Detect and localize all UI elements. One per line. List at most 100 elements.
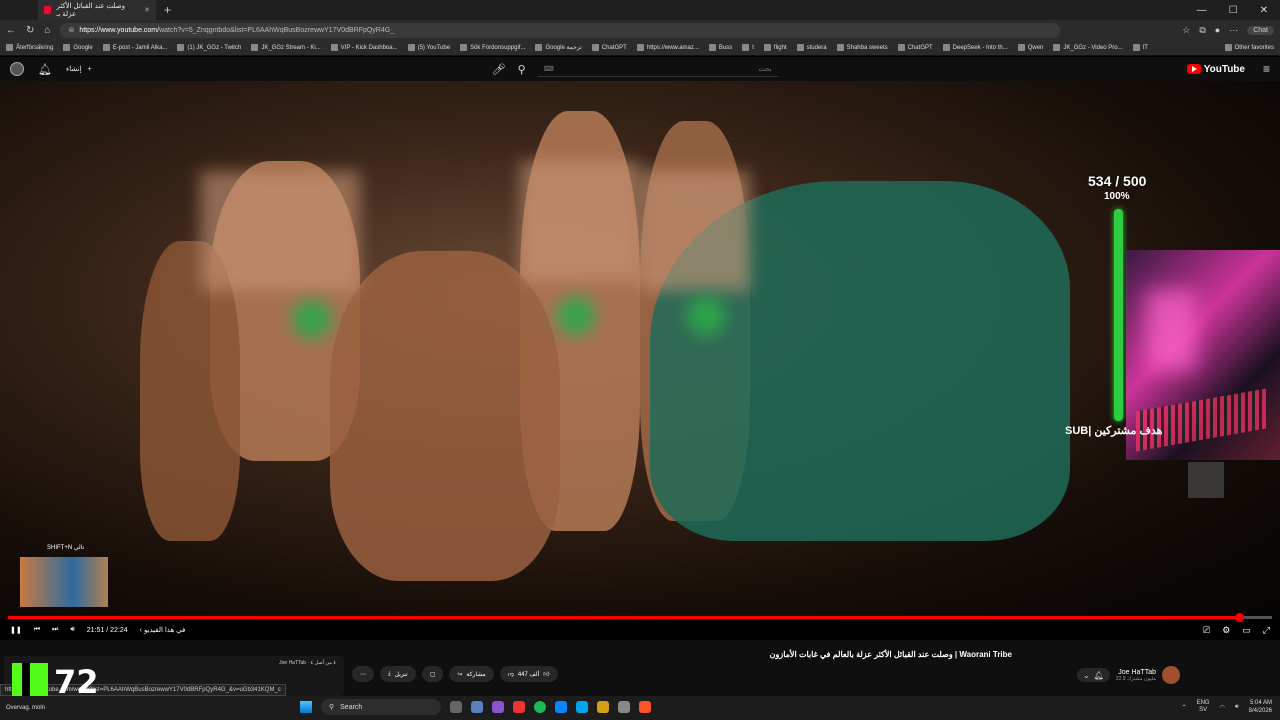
search-icon[interactable]: ⚲ (518, 63, 526, 76)
more-actions-button[interactable]: ⋯ (352, 666, 374, 682)
app-icon[interactable] (513, 701, 525, 713)
bookmark-item[interactable]: Återförsäkring (6, 44, 53, 51)
chat-button[interactable]: Chat (1247, 25, 1274, 35)
home-icon[interactable]: ⌂ (44, 25, 50, 36)
bookmark-item[interactable]: ChatGPT (897, 44, 933, 51)
bookmark-item[interactable]: t (742, 44, 754, 51)
censor-blur (520, 161, 640, 281)
subtitles-icon[interactable]: ⎚ (1203, 625, 1210, 636)
app-icon[interactable] (471, 701, 483, 713)
video-progress-bar[interactable] (8, 613, 1272, 622)
edge-icon[interactable] (576, 701, 588, 713)
extensions-icon[interactable]: ⧉ (1199, 25, 1205, 36)
pause-icon[interactable]: ❚❚ (10, 626, 22, 634)
fullscreen-icon[interactable]: ⤢ (1263, 625, 1270, 636)
bookmark-item[interactable]: flight (763, 44, 787, 51)
bookmark-item[interactable]: (5) YouTube (407, 44, 450, 51)
chapter-link[interactable]: ‹ في هذا الفيديو (140, 626, 186, 634)
browser-tab-active[interactable]: وصلت عند القبائل الأكثر عزلة بـ ✕ (38, 0, 156, 20)
profile-icon[interactable]: ● (1215, 25, 1220, 35)
next-icon[interactable]: ⏭ (52, 626, 58, 634)
next-video-thumbnail[interactable] (20, 557, 108, 607)
channel-avatar[interactable] (1162, 666, 1180, 684)
bookmark-item[interactable]: IT (1132, 44, 1148, 51)
share-button[interactable]: ↪ مشاركة (449, 666, 494, 682)
bookmark-item[interactable]: Google ترجمة (535, 44, 582, 51)
new-tab-icon[interactable]: + (164, 3, 171, 17)
dislike-icon: 👎︎ (507, 672, 514, 678)
bookmark-favicon-icon (942, 44, 950, 51)
keyboard-icon[interactable]: ⌨ (544, 65, 554, 73)
other-favorites[interactable]: Other favorites (1224, 44, 1274, 51)
bookmark-item[interactable]: (1) JK_GGz - Twitch (177, 44, 241, 51)
person-figure (330, 251, 560, 581)
download-icon: ⤓ (388, 670, 391, 677)
language-indicator[interactable]: ENG SV (1197, 700, 1210, 714)
bookmark-item[interactable]: Shahba sweets (836, 44, 888, 51)
bookmark-item[interactable]: ChatGPT (591, 44, 627, 51)
more-options-icon[interactable]: ⋯ (1229, 25, 1238, 36)
weather-widget[interactable]: Overvag. moln (6, 705, 45, 712)
bookmark-item[interactable]: JK_GGz Stream - Ki... (251, 44, 321, 51)
windows-taskbar: Overvag. moln ⚲ Search ⌃ ENG SV ◠ 🔊︎ 5:04 … (0, 696, 1280, 720)
bookmark-item[interactable]: Google (63, 44, 93, 51)
censor-blur (200, 171, 360, 291)
task-view-icon[interactable] (450, 701, 462, 713)
bookmark-item[interactable]: Qwen (1017, 44, 1043, 51)
youtube-logo[interactable]: YouTube (1186, 64, 1245, 75)
subscribed-button[interactable]: ⌄ 🔔︎ (1077, 668, 1110, 682)
brave-icon[interactable] (639, 701, 651, 713)
app-icon[interactable] (555, 701, 567, 713)
clock[interactable]: 5:04 AM 8/4/2026 (1249, 699, 1272, 715)
url-field[interactable]: ⊜ https://www.youtube.com/watch?v=5_Znqg… (60, 22, 1061, 38)
hamburger-menu-icon[interactable]: ≡ (1263, 62, 1270, 76)
previous-icon[interactable]: ⏮ (34, 626, 40, 634)
app-icon[interactable] (492, 701, 504, 713)
file-explorer-icon[interactable] (597, 701, 609, 713)
tray-chevron-icon[interactable]: ⌃ (1182, 704, 1187, 711)
theater-mode-icon[interactable]: ▭ (1242, 625, 1251, 636)
download-button[interactable]: ⤓ تنزيل (380, 666, 416, 682)
bookmark-item[interactable]: JK_GGz - Video Pro... (1053, 44, 1123, 51)
goal-count: 534 / 500 (1088, 173, 1147, 189)
bookmark-favicon-icon (102, 44, 110, 51)
windows-start-icon[interactable] (300, 701, 312, 713)
refresh-icon[interactable]: ↻ (26, 25, 34, 36)
bookmark-favicon-icon (251, 44, 259, 51)
wifi-icon[interactable]: ◠ (1220, 704, 1225, 711)
spotify-icon[interactable] (534, 701, 546, 713)
bookmark-item[interactable]: VIP - Kick Dashboa... (330, 44, 398, 51)
notifications-bell-icon[interactable]: 🔔︎ (38, 63, 52, 76)
taskbar-search[interactable]: ⚲ Search (321, 699, 441, 715)
minimize-icon[interactable]: — (1197, 5, 1207, 16)
bookmark-favicon-icon (763, 44, 771, 51)
bookmark-item[interactable]: DeepSeek - Into th... (942, 44, 1008, 51)
goal-label: SUB| هدف مشتركين (1065, 425, 1163, 437)
settings-gear-icon[interactable]: ⚙ (1222, 625, 1230, 636)
like-dislike-button[interactable]: 👎︎ 447 ألف 👍︎ (499, 666, 558, 682)
bookmark-favicon-icon (6, 44, 13, 51)
close-tab-icon[interactable]: ✕ (144, 6, 150, 14)
back-icon[interactable]: ← (6, 25, 16, 36)
account-avatar[interactable] (10, 62, 24, 76)
bookmark-item[interactable]: studera (796, 44, 827, 51)
bookmark-favicon-icon (535, 44, 543, 51)
bookmark-item[interactable]: https://www.amaz... (636, 44, 699, 51)
playlist-position: ٤ من أصل ٤ (310, 660, 336, 666)
favorite-star-icon[interactable]: ☆ (1182, 25, 1190, 36)
close-window-icon[interactable]: ✕ (1260, 5, 1268, 16)
create-button[interactable]: إنشاء + (66, 65, 92, 74)
site-info-icon[interactable]: ⊜ (68, 26, 74, 34)
bookmark-item[interactable]: Sök Fordonsuppgif... (460, 44, 525, 51)
speaker-icon[interactable]: 🔊︎ (1235, 704, 1239, 711)
channel-name[interactable]: Joe HaTTab (1116, 669, 1156, 676)
bookmark-item[interactable]: Buss (708, 44, 732, 51)
microphone-icon[interactable]: 🎤︎ (492, 63, 506, 76)
bookmark-favicon-icon (636, 44, 644, 51)
volume-icon[interactable]: 🔊︎ (70, 626, 74, 634)
bookmark-item[interactable]: E-post - Jamil Alka... (102, 44, 167, 51)
maximize-icon[interactable]: ☐ (1229, 5, 1238, 16)
search-input[interactable]: ⌨ بحث (537, 61, 778, 77)
save-button[interactable]: ▢ (421, 666, 444, 682)
app-icon[interactable] (618, 701, 630, 713)
